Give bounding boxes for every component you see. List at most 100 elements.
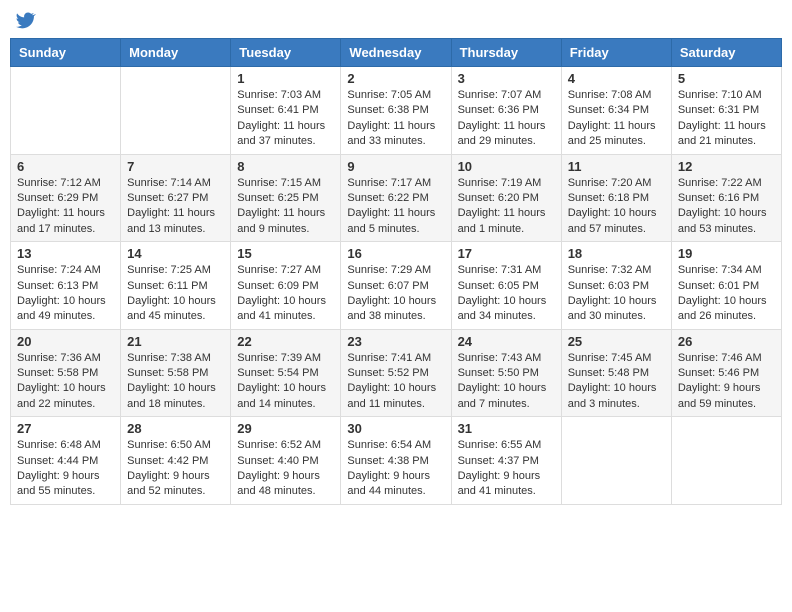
- calendar-cell: 8 Sunrise: 7:15 AM Sunset: 6:25 PM Daylig…: [231, 154, 341, 242]
- day-info: Sunrise: 7:43 AM Sunset: 5:50 PM Dayligh…: [458, 351, 555, 413]
- calendar-cell: 7 Sunrise: 7:14 AM Sunset: 6:27 PM Daylig…: [121, 154, 231, 242]
- day-number: 22: [237, 334, 334, 349]
- day-number: 3: [458, 71, 555, 86]
- day-info: Sunrise: 6:48 AM Sunset: 4:44 PM Dayligh…: [17, 438, 114, 500]
- calendar-week-row: 13 Sunrise: 7:24 AM Sunset: 6:13 PM Dayli…: [11, 242, 782, 330]
- column-header-monday: Monday: [121, 39, 231, 67]
- day-info: Sunrise: 7:34 AM Sunset: 6:01 PM Dayligh…: [678, 263, 775, 325]
- day-number: 7: [127, 159, 224, 174]
- calendar-cell: 22 Sunrise: 7:39 AM Sunset: 5:54 PM Dayli…: [231, 329, 341, 417]
- calendar-week-row: 1 Sunrise: 7:03 AM Sunset: 6:41 PM Daylig…: [11, 67, 782, 155]
- day-info: Sunrise: 6:52 AM Sunset: 4:40 PM Dayligh…: [237, 438, 334, 500]
- calendar-cell: 24 Sunrise: 7:43 AM Sunset: 5:50 PM Dayli…: [451, 329, 561, 417]
- calendar-cell: 25Sunrise: 7:45 AM Sunset: 5:48 PM Dayli…: [561, 329, 671, 417]
- day-number: 18: [568, 246, 665, 261]
- day-number: 11: [568, 159, 665, 174]
- day-number: 12: [678, 159, 775, 174]
- day-info: Sunrise: 7:41 AM Sunset: 5:52 PM Dayligh…: [347, 351, 444, 413]
- calendar-cell: 31 Sunrise: 6:55 AM Sunset: 4:37 PM Dayli…: [451, 417, 561, 505]
- day-number: 1: [237, 71, 334, 86]
- calendar-cell: 11 Sunrise: 7:20 AM Sunset: 6:18 PM Dayli…: [561, 154, 671, 242]
- column-header-friday: Friday: [561, 39, 671, 67]
- day-info: Sunrise: 7:27 AM Sunset: 6:09 PM Dayligh…: [237, 263, 334, 325]
- calendar-week-row: 6Sunrise: 7:12 AM Sunset: 6:29 PM Daylig…: [11, 154, 782, 242]
- day-info: Sunrise: 7:32 AM Sunset: 6:03 PM Dayligh…: [568, 263, 665, 325]
- column-header-sunday: Sunday: [11, 39, 121, 67]
- calendar-cell: 2Sunrise: 7:05 AM Sunset: 6:38 PM Daylig…: [341, 67, 451, 155]
- calendar-cell: 29 Sunrise: 6:52 AM Sunset: 4:40 PM Dayli…: [231, 417, 341, 505]
- calendar-cell: 12Sunrise: 7:22 AM Sunset: 6:16 PM Dayli…: [671, 154, 781, 242]
- day-number: 29: [237, 421, 334, 436]
- logo: [14, 10, 36, 30]
- day-info: Sunrise: 7:29 AM Sunset: 6:07 PM Dayligh…: [347, 263, 444, 325]
- day-info: Sunrise: 7:20 AM Sunset: 6:18 PM Dayligh…: [568, 176, 665, 238]
- day-number: 26: [678, 334, 775, 349]
- column-header-wednesday: Wednesday: [341, 39, 451, 67]
- calendar-cell: 13 Sunrise: 7:24 AM Sunset: 6:13 PM Dayli…: [11, 242, 121, 330]
- day-number: 4: [568, 71, 665, 86]
- day-number: 31: [458, 421, 555, 436]
- calendar-cell: 30 Sunrise: 6:54 AM Sunset: 4:38 PM Dayli…: [341, 417, 451, 505]
- day-number: 30: [347, 421, 444, 436]
- day-number: 10: [458, 159, 555, 174]
- calendar-cell: 16Sunrise: 7:29 AM Sunset: 6:07 PM Dayli…: [341, 242, 451, 330]
- calendar-cell: 28 Sunrise: 6:50 AM Sunset: 4:42 PM Dayli…: [121, 417, 231, 505]
- calendar-cell: 14 Sunrise: 7:25 AM Sunset: 6:11 PM Dayli…: [121, 242, 231, 330]
- day-number: 2: [347, 71, 444, 86]
- day-number: 9: [347, 159, 444, 174]
- calendar-cell: [121, 67, 231, 155]
- day-number: 15: [237, 246, 334, 261]
- day-info: Sunrise: 7:14 AM Sunset: 6:27 PM Dayligh…: [127, 176, 224, 238]
- day-number: 20: [17, 334, 114, 349]
- day-info: Sunrise: 7:08 AM Sunset: 6:34 PM Dayligh…: [568, 88, 665, 150]
- day-info: Sunrise: 7:25 AM Sunset: 6:11 PM Dayligh…: [127, 263, 224, 325]
- day-info: Sunrise: 7:39 AM Sunset: 5:54 PM Dayligh…: [237, 351, 334, 413]
- day-number: 21: [127, 334, 224, 349]
- calendar-cell: 15 Sunrise: 7:27 AM Sunset: 6:09 PM Dayli…: [231, 242, 341, 330]
- logo-bird-icon: [16, 10, 36, 30]
- day-number: 14: [127, 246, 224, 261]
- calendar-cell: 5Sunrise: 7:10 AM Sunset: 6:31 PM Daylig…: [671, 67, 781, 155]
- calendar-cell: 10 Sunrise: 7:19 AM Sunset: 6:20 PM Dayli…: [451, 154, 561, 242]
- calendar-header-row: SundayMondayTuesdayWednesdayThursdayFrid…: [11, 39, 782, 67]
- day-info: Sunrise: 7:15 AM Sunset: 6:25 PM Dayligh…: [237, 176, 334, 238]
- calendar-cell: 17Sunrise: 7:31 AM Sunset: 6:05 PM Dayli…: [451, 242, 561, 330]
- column-header-thursday: Thursday: [451, 39, 561, 67]
- day-number: 19: [678, 246, 775, 261]
- calendar-week-row: 27Sunrise: 6:48 AM Sunset: 4:44 PM Dayli…: [11, 417, 782, 505]
- day-info: Sunrise: 7:46 AM Sunset: 5:46 PM Dayligh…: [678, 351, 775, 413]
- calendar-cell: 20 Sunrise: 7:36 AM Sunset: 5:58 PM Dayli…: [11, 329, 121, 417]
- day-info: Sunrise: 7:24 AM Sunset: 6:13 PM Dayligh…: [17, 263, 114, 325]
- calendar-week-row: 20 Sunrise: 7:36 AM Sunset: 5:58 PM Dayli…: [11, 329, 782, 417]
- day-info: Sunrise: 6:54 AM Sunset: 4:38 PM Dayligh…: [347, 438, 444, 500]
- day-number: 8: [237, 159, 334, 174]
- calendar-cell: 6Sunrise: 7:12 AM Sunset: 6:29 PM Daylig…: [11, 154, 121, 242]
- day-info: Sunrise: 7:17 AM Sunset: 6:22 PM Dayligh…: [347, 176, 444, 238]
- calendar-table: SundayMondayTuesdayWednesdayThursdayFrid…: [10, 38, 782, 505]
- day-info: Sunrise: 7:36 AM Sunset: 5:58 PM Dayligh…: [17, 351, 114, 413]
- day-number: 13: [17, 246, 114, 261]
- calendar-cell: 1 Sunrise: 7:03 AM Sunset: 6:41 PM Daylig…: [231, 67, 341, 155]
- day-info: Sunrise: 6:55 AM Sunset: 4:37 PM Dayligh…: [458, 438, 555, 500]
- day-number: 23: [347, 334, 444, 349]
- calendar-cell: 27Sunrise: 6:48 AM Sunset: 4:44 PM Dayli…: [11, 417, 121, 505]
- day-number: 25: [568, 334, 665, 349]
- day-info: Sunrise: 7:38 AM Sunset: 5:58 PM Dayligh…: [127, 351, 224, 413]
- calendar-cell: [671, 417, 781, 505]
- day-number: 24: [458, 334, 555, 349]
- calendar-cell: [11, 67, 121, 155]
- day-number: 28: [127, 421, 224, 436]
- calendar-cell: [561, 417, 671, 505]
- day-info: Sunrise: 7:10 AM Sunset: 6:31 PM Dayligh…: [678, 88, 775, 150]
- calendar-cell: 19 Sunrise: 7:34 AM Sunset: 6:01 PM Dayli…: [671, 242, 781, 330]
- day-info: Sunrise: 7:07 AM Sunset: 6:36 PM Dayligh…: [458, 88, 555, 150]
- page-header: [10, 10, 782, 30]
- calendar-cell: 23 Sunrise: 7:41 AM Sunset: 5:52 PM Dayli…: [341, 329, 451, 417]
- calendar-cell: 9 Sunrise: 7:17 AM Sunset: 6:22 PM Daylig…: [341, 154, 451, 242]
- day-info: Sunrise: 7:03 AM Sunset: 6:41 PM Dayligh…: [237, 88, 334, 150]
- calendar-cell: 21 Sunrise: 7:38 AM Sunset: 5:58 PM Dayli…: [121, 329, 231, 417]
- day-info: Sunrise: 7:19 AM Sunset: 6:20 PM Dayligh…: [458, 176, 555, 238]
- day-info: Sunrise: 7:31 AM Sunset: 6:05 PM Dayligh…: [458, 263, 555, 325]
- calendar-cell: 4 Sunrise: 7:08 AM Sunset: 6:34 PM Daylig…: [561, 67, 671, 155]
- day-info: Sunrise: 6:50 AM Sunset: 4:42 PM Dayligh…: [127, 438, 224, 500]
